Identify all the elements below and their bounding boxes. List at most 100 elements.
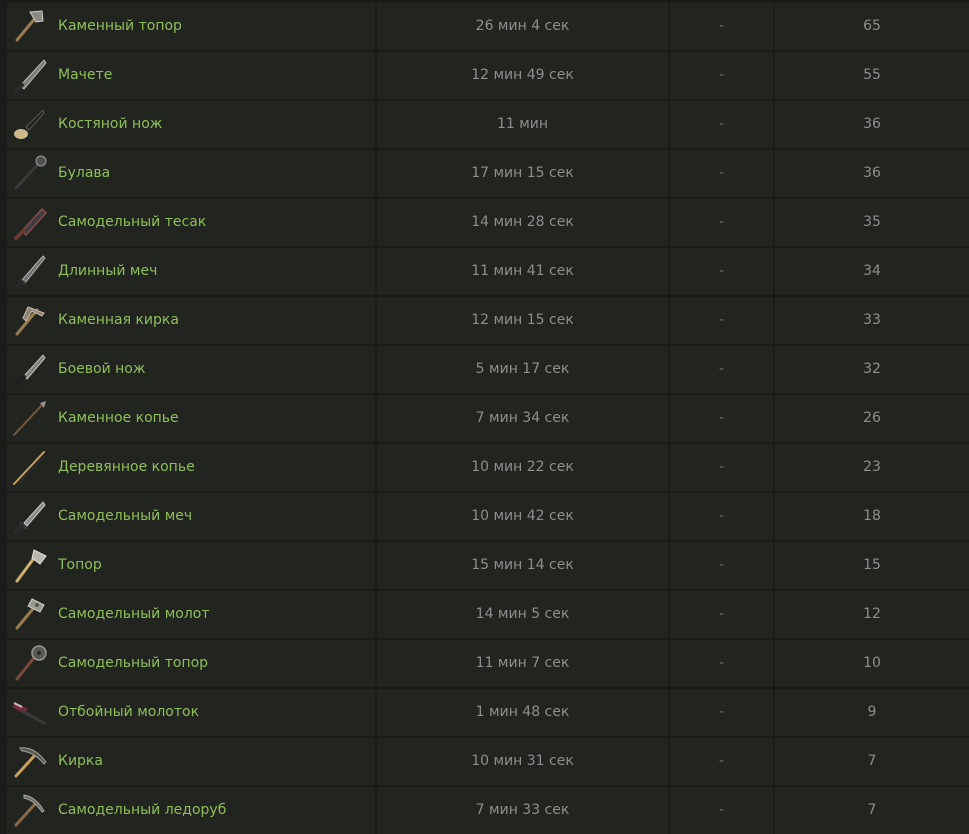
time-value: 11 мин 7 сек — [475, 655, 570, 671]
time-cell: 7 мин 34 сек — [377, 395, 668, 442]
value-cell: 7 — [775, 738, 969, 785]
numeric-value: 35 — [863, 214, 881, 230]
value-cell: 26 — [775, 395, 969, 442]
extra-value: - — [718, 67, 725, 83]
table-row: Деревянное копье 10 мин 22 сек - 23 — [0, 444, 969, 491]
table-row: Каменная кирка 12 мин 15 сек - 33 — [0, 297, 969, 344]
pickaxe-icon — [10, 742, 48, 780]
extra-value: - — [718, 557, 725, 573]
salvaged-icepick-icon — [10, 791, 48, 829]
item-name-link[interactable]: Самодельный меч — [58, 493, 192, 540]
item-name-link[interactable]: Костяной нож — [58, 101, 162, 148]
extra-value: - — [718, 655, 725, 671]
time-value: 5 мин 17 сек — [475, 361, 570, 377]
item-name-link[interactable]: Длинный меч — [58, 248, 157, 295]
time-cell: 11 мин 7 сек — [377, 640, 668, 687]
time-cell: 1 мин 48 сек — [377, 689, 668, 736]
item-name-link[interactable]: Самодельный молот — [58, 591, 210, 638]
jackhammer-icon — [10, 693, 48, 731]
item-name-link[interactable]: Деревянное копье — [58, 444, 195, 491]
salvaged-hammer-icon — [10, 595, 48, 633]
item-name-cell: Каменная кирка — [7, 297, 375, 344]
wooden-spear-icon — [10, 448, 48, 486]
item-name-link[interactable]: Каменное копье — [58, 395, 179, 442]
extra-cell: - — [670, 199, 773, 246]
item-name-cell: Мачете — [7, 52, 375, 99]
numeric-value: 36 — [863, 165, 881, 181]
numeric-value: 9 — [867, 704, 877, 720]
item-name-link[interactable]: Кирка — [58, 738, 103, 785]
table-row: Кирка 10 мин 31 сек - 7 — [0, 738, 969, 785]
extra-value: - — [718, 116, 725, 132]
value-cell: 34 — [775, 248, 969, 295]
item-name-cell: Самодельный топор — [7, 640, 375, 687]
extra-value: - — [718, 753, 725, 769]
item-name-link[interactable]: Булава — [58, 150, 110, 197]
item-name-link[interactable]: Самодельный ледоруб — [58, 787, 226, 834]
value-cell: 65 — [775, 3, 969, 50]
extra-cell: - — [670, 787, 773, 834]
item-name-cell: Булава — [7, 150, 375, 197]
extra-value: - — [718, 508, 725, 524]
value-cell: 23 — [775, 444, 969, 491]
extra-value: - — [718, 165, 725, 181]
item-name-cell: Самодельный молот — [7, 591, 375, 638]
time-value: 7 мин 33 сек — [475, 802, 570, 818]
value-cell: 18 — [775, 493, 969, 540]
item-name-link[interactable]: Мачете — [58, 52, 112, 99]
table-row: Самодельный тесак 14 мин 28 сек - 35 — [0, 199, 969, 246]
salvaged-sword-icon — [10, 497, 48, 535]
time-value: 14 мин 5 сек — [475, 606, 570, 622]
item-name-cell: Боевой нож — [7, 346, 375, 393]
time-cell: 12 мин 15 сек — [377, 297, 668, 344]
item-name-cell: Самодельный меч — [7, 493, 375, 540]
value-cell: 7 — [775, 787, 969, 834]
time-cell: 10 мин 31 сек — [377, 738, 668, 785]
time-value: 12 мин 49 сек — [471, 67, 574, 83]
item-name-link[interactable]: Каменный топор — [58, 3, 182, 50]
time-cell: 17 мин 15 сек — [377, 150, 668, 197]
extra-value: - — [718, 361, 725, 377]
table-row: Самодельный молот 14 мин 5 сек - 12 — [0, 591, 969, 638]
item-name-link[interactable]: Топор — [58, 542, 102, 589]
extra-value: - — [718, 214, 725, 230]
value-cell: 35 — [775, 199, 969, 246]
item-name-link[interactable]: Самодельный тесак — [58, 199, 206, 246]
time-cell: 26 мин 4 сек — [377, 3, 668, 50]
mace-icon — [10, 154, 48, 192]
extra-cell: - — [670, 738, 773, 785]
extra-value: - — [718, 263, 725, 279]
time-value: 10 мин 42 сек — [471, 508, 574, 524]
numeric-value: 23 — [863, 459, 881, 475]
item-name-link[interactable]: Самодельный топор — [58, 640, 208, 687]
time-value: 15 мин 14 сек — [471, 557, 574, 573]
salvaged-axe-icon — [10, 644, 48, 682]
item-name-link[interactable]: Боевой нож — [58, 346, 145, 393]
value-cell: 10 — [775, 640, 969, 687]
time-value: 14 мин 28 сек — [471, 214, 574, 230]
salvaged-cleaver-icon — [10, 203, 48, 241]
longsword-icon — [10, 252, 48, 290]
item-name-link[interactable]: Каменная кирка — [58, 297, 179, 344]
extra-cell: - — [670, 52, 773, 99]
extra-value: - — [718, 459, 725, 475]
value-cell: 36 — [775, 150, 969, 197]
extra-cell: - — [670, 150, 773, 197]
time-value: 11 мин 41 сек — [471, 263, 574, 279]
extra-value: - — [718, 312, 725, 328]
time-cell: 10 мин 42 сек — [377, 493, 668, 540]
stone-axe-icon — [10, 7, 48, 45]
time-value: 11 мин — [496, 116, 549, 132]
extra-cell: - — [670, 689, 773, 736]
value-cell: 33 — [775, 297, 969, 344]
hatchet-icon — [10, 546, 48, 584]
extra-cell: - — [670, 640, 773, 687]
item-name-link[interactable]: Отбойный молоток — [58, 689, 199, 736]
numeric-value: 18 — [863, 508, 881, 524]
numeric-value: 26 — [863, 410, 881, 426]
numeric-value: 7 — [867, 753, 877, 769]
numeric-value: 36 — [863, 116, 881, 132]
time-value: 26 мин 4 сек — [475, 18, 570, 34]
table-row: Длинный меч 11 мин 41 сек - 34 — [0, 248, 969, 295]
extra-value: - — [718, 410, 725, 426]
